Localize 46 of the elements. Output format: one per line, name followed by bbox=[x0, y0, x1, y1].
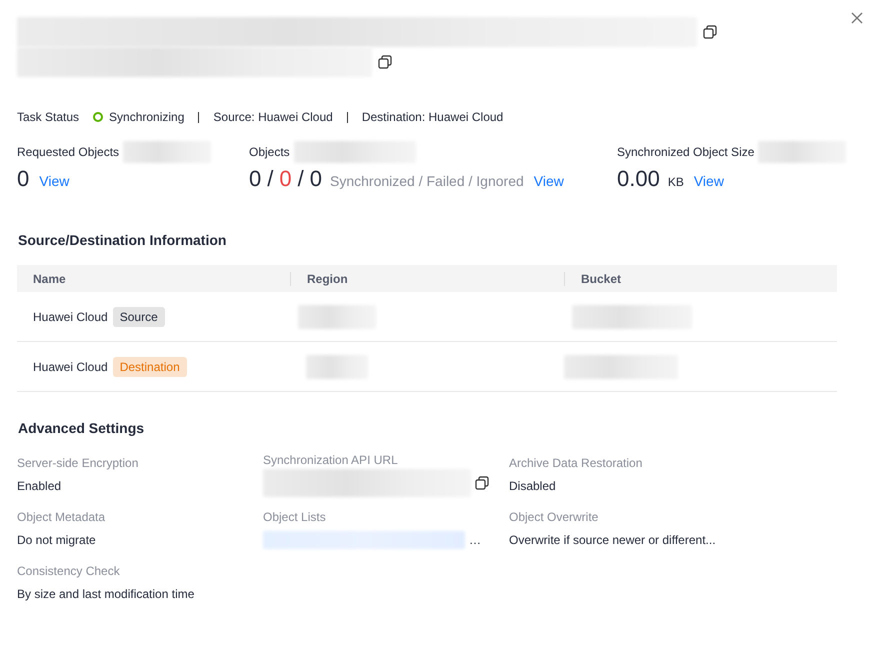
stat-number: 0.00 bbox=[617, 166, 660, 192]
source-text: Source: Huawei Cloud bbox=[213, 110, 333, 124]
stat-number: 0 bbox=[17, 166, 30, 192]
unit-label: KB bbox=[668, 175, 684, 189]
column-header: Bucket bbox=[564, 272, 837, 286]
field-label: Object Lists bbox=[263, 510, 327, 526]
field-value: Enabled bbox=[17, 479, 62, 493]
close-icon[interactable] bbox=[851, 12, 863, 24]
separator: / bbox=[267, 166, 274, 192]
ellipsis-text: … bbox=[469, 533, 481, 547]
status-text: Synchronizing bbox=[109, 110, 184, 124]
column-header: Region bbox=[290, 272, 564, 286]
copy-icon[interactable] bbox=[378, 55, 392, 69]
tag: Destination bbox=[112, 356, 187, 376]
view-link[interactable]: View bbox=[534, 173, 564, 189]
stat-number: 0 bbox=[310, 166, 322, 192]
field-value: Overwrite if source newer or different... bbox=[509, 533, 716, 547]
blurred-text bbox=[306, 354, 368, 378]
section-title: Advanced Settings bbox=[18, 420, 146, 438]
tag: Source bbox=[112, 306, 165, 326]
stat-label: Requested Objects bbox=[17, 145, 120, 159]
stat-label: Synchronized Object Size bbox=[617, 145, 754, 159]
separator: / bbox=[298, 166, 304, 192]
field-label: Archive Data Restoration bbox=[509, 456, 644, 472]
stat-number: 0 bbox=[249, 166, 262, 192]
copy-icon[interactable] bbox=[703, 25, 717, 39]
copy-icon[interactable] bbox=[475, 476, 489, 490]
stat-number: 0 bbox=[279, 166, 292, 192]
section-title: Source/Destination Information bbox=[18, 232, 228, 250]
stat-caption: Synchronized / Failed / Ignored bbox=[330, 173, 524, 189]
field-value: Disabled bbox=[509, 479, 556, 493]
status-label: Task Status bbox=[17, 110, 80, 124]
view-link[interactable]: View bbox=[694, 173, 724, 189]
field-value: By size and last modification time bbox=[17, 587, 194, 601]
field-label: Consistency Check bbox=[17, 564, 121, 580]
field-label: Object Overwrite bbox=[509, 510, 600, 526]
field-value: Do not migrate bbox=[17, 533, 96, 547]
field-label: Server-side Encryption bbox=[17, 456, 140, 472]
field-label: Synchronization API URL bbox=[263, 453, 399, 469]
stat-label: Objects bbox=[249, 145, 290, 159]
table-cell: Huawei Cloud bbox=[33, 360, 108, 374]
field-label: Object Metadata bbox=[17, 510, 106, 526]
column-header: Name bbox=[32, 272, 67, 286]
table-cell: Huawei Cloud bbox=[33, 310, 108, 324]
view-link[interactable]: View bbox=[39, 173, 70, 189]
destination-text: Destination: Huawei Cloud bbox=[362, 110, 504, 124]
